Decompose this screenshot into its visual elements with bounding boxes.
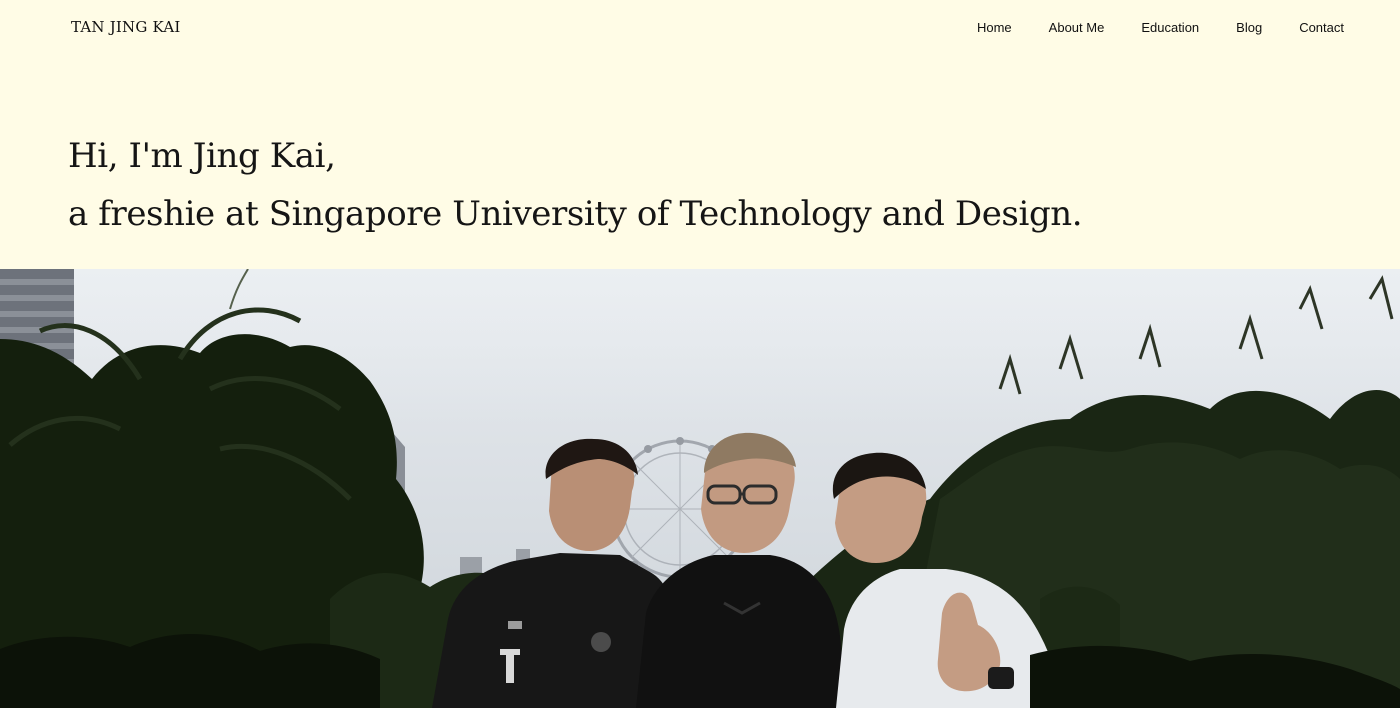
hero-subtitle: a freshie at Singapore University of Tec… <box>68 194 1083 234</box>
page: TAN JING KAI Home About Me Education Blo… <box>0 0 1400 708</box>
hero-intro: Hi, I'm Jing Kai, a freshie at Singapore… <box>68 127 1083 243</box>
nav-item-blog: Blog <box>1236 19 1262 37</box>
hero-photo <box>0 269 1400 708</box>
site-brand-link[interactable]: TAN JING KAI <box>71 18 180 36</box>
main-navigation: Home About Me Education Blog Contact <box>977 19 1344 37</box>
nav-link-about-me[interactable]: About Me <box>1049 20 1105 35</box>
nav-link-blog[interactable]: Blog <box>1236 20 1262 35</box>
nav-item-education: Education <box>1141 19 1199 37</box>
group-photo-illustration <box>0 269 1400 708</box>
nav-link-home[interactable]: Home <box>977 20 1012 35</box>
hero-greeting: Hi, I'm Jing Kai, <box>68 136 336 176</box>
nav-item-about-me: About Me <box>1049 19 1105 37</box>
site-header: TAN JING KAI Home About Me Education Blo… <box>0 0 1400 56</box>
nav-link-education[interactable]: Education <box>1141 20 1199 35</box>
nav-item-home: Home <box>977 19 1012 37</box>
nav-item-contact: Contact <box>1299 19 1344 37</box>
nav-link-contact[interactable]: Contact <box>1299 20 1344 35</box>
